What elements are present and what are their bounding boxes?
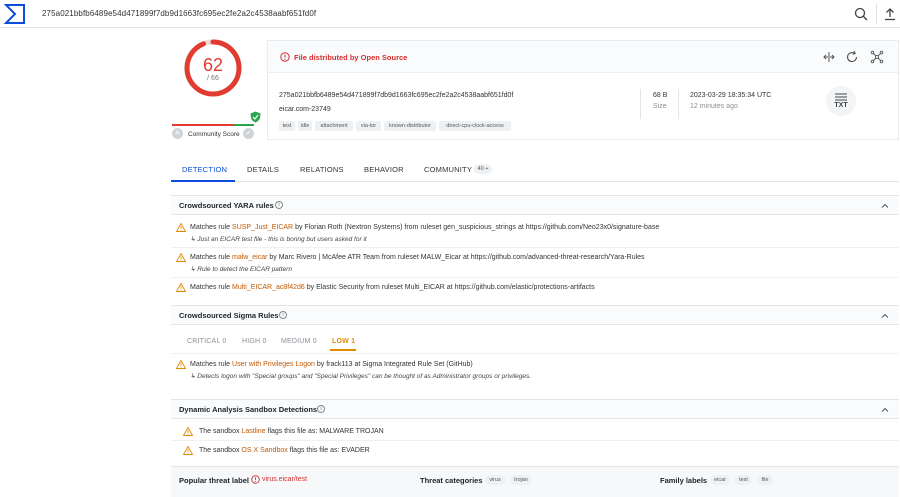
- report-tabs: DETECTION DETAILS RELATIONS BEHAVIOR COM…: [171, 158, 899, 182]
- alert-circle-icon: [251, 475, 260, 484]
- compare-icon[interactable]: [822, 50, 836, 64]
- threat-category-chip[interactable]: virus: [485, 475, 505, 485]
- sigma-section-header[interactable]: Crowdsourced Sigma Rules i: [171, 305, 899, 325]
- sigma-rule-link[interactable]: User with Privileges Logon: [232, 361, 315, 368]
- info-icon[interactable]: i: [275, 201, 283, 209]
- graph-icon[interactable]: [870, 50, 884, 64]
- vote-harmful-icon[interactable]: ✕: [172, 128, 183, 139]
- warning-icon: [176, 223, 186, 232]
- row-divider: [171, 277, 899, 278]
- family-labels-title: Family labels: [660, 476, 708, 485]
- popular-threat-label-title: Popular threat label: [179, 476, 250, 485]
- yara-rule-link[interactable]: SUSP_Just_EICAR: [232, 224, 293, 231]
- sandbox-section-title: Dynamic Analysis Sandbox Detections: [179, 405, 318, 414]
- file-tag[interactable]: direct-cpu-clock-access: [439, 121, 511, 131]
- top-bar: 275a021bbfb6489e54d471899f7db9d1663fc695…: [0, 0, 900, 28]
- yara-match-row: Matches rule Multi_EICAR_ac8f42d6 by Ela…: [190, 284, 595, 291]
- warning-icon: [183, 427, 193, 436]
- file-name: eicar.com-23749: [279, 106, 331, 113]
- community-score-label: Community Score: [188, 131, 240, 138]
- row-divider: [171, 440, 899, 441]
- yara-rule-link[interactable]: Multi_EICAR_ac8f42d6: [232, 284, 305, 291]
- tab-detection[interactable]: DETECTION: [182, 165, 227, 174]
- row-divider: [171, 353, 899, 354]
- family-label-chip[interactable]: test: [735, 475, 752, 485]
- tab-behavior[interactable]: BEHAVIOR: [364, 165, 404, 174]
- file-info-header: File distributed by Open Source: [268, 41, 898, 73]
- info-divider: [678, 89, 679, 119]
- threat-categories-title: Threat categories: [420, 476, 483, 485]
- sandbox-row: The sandbox OS X Sandbox flags this file…: [199, 447, 370, 454]
- file-tag[interactable]: known-distributor: [384, 121, 436, 131]
- yara-section-header[interactable]: Crowdsourced YARA rules i: [171, 195, 899, 215]
- chevron-up-icon[interactable]: [881, 312, 889, 320]
- search-icon[interactable]: [853, 6, 869, 22]
- sandbox-link[interactable]: OS X Sandbox: [241, 447, 287, 454]
- tab-community[interactable]: COMMUNITY: [424, 165, 472, 174]
- chevron-up-icon[interactable]: [881, 406, 889, 414]
- alert-circle-icon: [280, 52, 290, 62]
- warning-icon: [176, 283, 186, 292]
- family-label-chip[interactable]: file: [757, 475, 773, 485]
- file-hash[interactable]: 275a021bbfb6489e54d471899f7db9d1663fc695…: [279, 92, 513, 99]
- file-size-label: Size: [653, 103, 667, 110]
- community-count-badge: 40 +: [474, 164, 492, 174]
- yara-section-title: Crowdsourced YARA rules: [179, 201, 274, 210]
- threat-category-chip[interactable]: trojan: [510, 475, 532, 485]
- vote-harmless-icon[interactable]: ✓: [243, 128, 254, 139]
- toolbar-divider: [876, 4, 877, 24]
- sigma-rule-description: ↳ Detects logon with "Special groups" an…: [190, 373, 532, 380]
- family-label-chip[interactable]: eicar: [710, 475, 730, 485]
- info-icon[interactable]: i: [317, 405, 325, 413]
- distribution-alert: File distributed by Open Source: [294, 53, 408, 62]
- warning-icon: [176, 360, 186, 369]
- tab-relations[interactable]: RELATIONS: [300, 165, 344, 174]
- detection-score-gauge: 62 / 66: [183, 38, 243, 98]
- active-severity-indicator: [330, 349, 356, 351]
- yara-rule-link[interactable]: malw_eicar: [232, 254, 267, 261]
- warning-icon: [183, 446, 193, 455]
- sigma-section-title: Crowdsourced Sigma Rules: [179, 311, 279, 320]
- yara-rule-description: ↳ Rule to detect the EICAR pattern: [190, 266, 292, 273]
- warning-icon: [176, 253, 186, 262]
- last-analysis-relative: 12 minutes ago: [690, 103, 738, 110]
- file-tag[interactable]: text: [279, 121, 295, 131]
- reanalyze-icon[interactable]: [845, 50, 859, 64]
- community-score-bar-positive: [234, 124, 254, 126]
- sandbox-link[interactable]: Lastline: [241, 428, 265, 435]
- info-divider: [640, 89, 641, 119]
- detection-count: 62: [202, 55, 224, 75]
- file-tag[interactable]: via-tor: [356, 121, 381, 131]
- sigma-match-row: Matches rule User with Privileges Logon …: [190, 361, 473, 368]
- tab-details[interactable]: DETAILS: [247, 165, 279, 174]
- severity-filter-medium[interactable]: MEDIUM 0: [281, 338, 317, 345]
- file-size-value: 68 B: [653, 92, 668, 99]
- file-tag[interactable]: idle: [298, 121, 312, 131]
- engine-total: / 66: [207, 75, 219, 82]
- sandbox-section-header[interactable]: Dynamic Analysis Sandbox Detections i: [171, 399, 899, 419]
- search-input[interactable]: 275a021bbfb6489e54d471899f7db9d1663fc695…: [42, 9, 316, 18]
- last-analysis-date: 2023-03-29 18:35:34 UTC: [690, 92, 772, 99]
- severity-filter-high[interactable]: HIGH 0: [242, 338, 267, 345]
- yara-match-row: Matches rule malw_eicar by Marc Rivero |…: [190, 254, 645, 261]
- file-type-txt-icon: [826, 86, 856, 116]
- threat-labels-bar: Popular threat label virus.eicar/test Th…: [171, 466, 899, 497]
- sandbox-row: The sandbox Lastline flags this file as:…: [199, 428, 384, 435]
- community-score-bar-negative: [172, 124, 234, 126]
- row-divider: [171, 247, 899, 248]
- file-info-card: File distributed by Open Source 275a021b…: [267, 40, 899, 140]
- upload-icon[interactable]: [882, 6, 898, 22]
- active-tab-indicator: [171, 180, 235, 182]
- file-tag[interactable]: attachment: [315, 121, 353, 131]
- chevron-up-icon[interactable]: [881, 202, 889, 210]
- popular-threat-label[interactable]: virus.eicar/test: [262, 476, 307, 483]
- yara-match-row: Matches rule SUSP_Just_EICAR by Florian …: [190, 224, 660, 231]
- community-shield-check-icon: [250, 111, 261, 123]
- severity-filter-low[interactable]: LOW 1: [332, 338, 355, 345]
- yara-rule-description: ↳ Just an EICAR test file - this is bori…: [190, 236, 367, 243]
- file-type-label: TXT: [834, 102, 848, 109]
- info-icon[interactable]: i: [279, 311, 287, 319]
- severity-filter-critical[interactable]: CRITICAL 0: [187, 338, 226, 345]
- virustotal-logo-icon[interactable]: [4, 3, 26, 25]
